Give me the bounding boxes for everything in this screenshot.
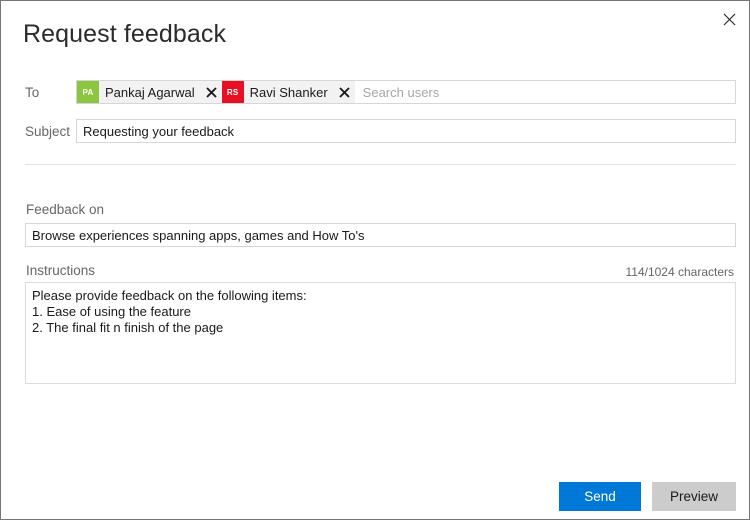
to-field[interactable]: PA Pankaj Agarwal RS Ravi Shanker [76, 80, 736, 104]
instructions-label: Instructions [26, 263, 96, 278]
feedback-on-input[interactable] [25, 223, 736, 247]
recipient-name: Ravi Shanker [249, 84, 328, 100]
feedback-on-label: Feedback on [26, 202, 105, 217]
send-button[interactable]: Send [559, 482, 641, 511]
subject-label: Subject [25, 123, 71, 139]
subject-row: Subject [25, 119, 736, 143]
subject-input[interactable] [76, 119, 736, 143]
remove-recipient-icon[interactable] [335, 81, 355, 103]
recipient-name: Pankaj Agarwal [105, 84, 195, 100]
preview-button[interactable]: Preview [652, 482, 736, 511]
close-icon-glyph [206, 86, 217, 98]
close-icon-glyph [723, 13, 735, 25]
to-row: To PA Pankaj Agarwal RS Ravi Shanker [25, 80, 736, 104]
search-users-input[interactable] [354, 81, 735, 103]
recipient-chip[interactable]: PA Pankaj Agarwal [77, 81, 222, 103]
dialog-footer: Send Preview [1, 482, 750, 511]
avatar: PA [77, 81, 99, 103]
instructions-textarea[interactable] [25, 282, 736, 384]
remove-recipient-icon[interactable] [202, 81, 222, 103]
close-icon[interactable] [714, 5, 744, 33]
request-feedback-dialog: Request feedback To PA Pankaj Agarwal RS… [0, 0, 750, 520]
page-title: Request feedback [23, 20, 227, 48]
close-icon-glyph [339, 86, 350, 98]
recipient-chip[interactable]: RS Ravi Shanker [221, 81, 355, 103]
to-label: To [25, 84, 40, 100]
character-counter: 114/1024 characters [625, 265, 734, 279]
avatar: RS [221, 81, 244, 103]
section-divider [25, 164, 736, 165]
